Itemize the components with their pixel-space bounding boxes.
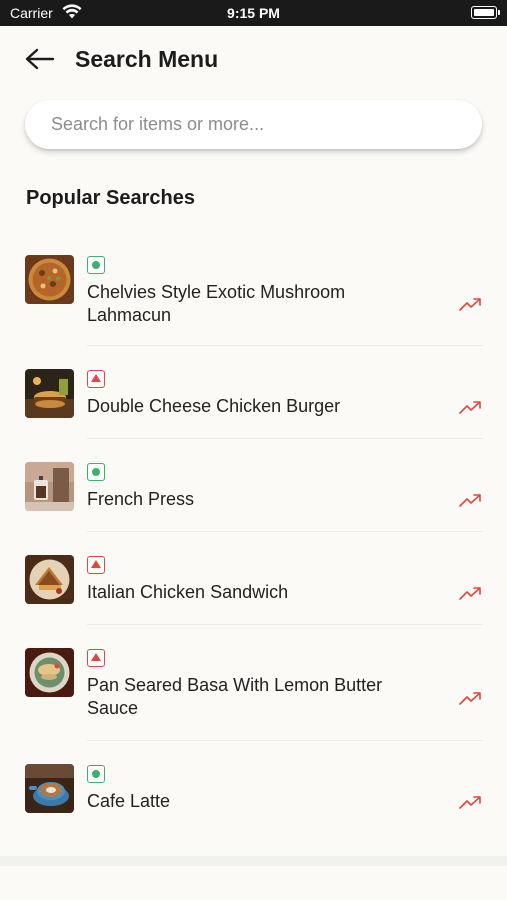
battery-level	[474, 9, 494, 16]
clock: 9:15 PM	[227, 5, 280, 21]
bottom-divider	[0, 856, 507, 866]
item-name: Double Cheese Chicken Burger	[87, 396, 341, 416]
veg-indicator-icon	[87, 256, 105, 274]
list-item[interactable]: Italian Chicken Sandwich	[0, 531, 507, 625]
search-bar[interactable]	[25, 100, 482, 149]
header: Search Menu	[0, 26, 507, 92]
trending-up-icon	[459, 794, 483, 810]
arrow-left-icon	[25, 48, 55, 70]
popular-searches-list: Chelvies Style Exotic Mushroom Lahmacun …	[0, 235, 507, 833]
list-item[interactable]: French Press	[0, 438, 507, 532]
list-item[interactable]: Double Cheese Chicken Burger	[0, 345, 507, 439]
search-input[interactable]	[25, 100, 482, 149]
battery-icon	[471, 6, 500, 19]
item-name: Italian Chicken Sandwich	[87, 582, 289, 602]
latte-image	[25, 764, 74, 813]
item-name: French Press	[87, 489, 195, 509]
back-button[interactable]	[22, 44, 58, 74]
trending-up-icon	[459, 690, 483, 706]
item-name: Pan Seared Basa With Lemon Butter Sauce	[87, 675, 383, 718]
veg-indicator-icon	[87, 463, 105, 481]
non-veg-indicator-icon	[87, 649, 105, 667]
status-bar: Carrier 9:15 PM	[0, 0, 507, 26]
pizza-image	[25, 255, 74, 304]
non-veg-indicator-icon	[87, 370, 105, 388]
list-item[interactable]: Pan Seared Basa With Lemon Butter Sauce	[0, 624, 507, 741]
list-item[interactable]: Chelvies Style Exotic Mushroom Lahmacun	[0, 235, 507, 346]
coffee-press-image	[25, 462, 74, 511]
list-item[interactable]: Cafe Latte	[0, 740, 507, 833]
trending-up-icon	[459, 296, 483, 312]
section-title: Popular Searches	[26, 187, 195, 209]
non-veg-indicator-icon	[87, 556, 105, 574]
trending-up-icon	[459, 492, 483, 508]
item-name: Cafe Latte	[87, 791, 171, 811]
page-title: Search Menu	[75, 46, 219, 72]
trending-up-icon	[459, 585, 483, 601]
item-name: Chelvies Style Exotic Mushroom Lahmacun	[87, 282, 346, 325]
trending-up-icon	[459, 399, 483, 415]
sandwich-image	[25, 555, 74, 604]
burger-image	[25, 369, 74, 418]
fish-plate-image	[25, 648, 74, 697]
veg-indicator-icon	[87, 765, 105, 783]
